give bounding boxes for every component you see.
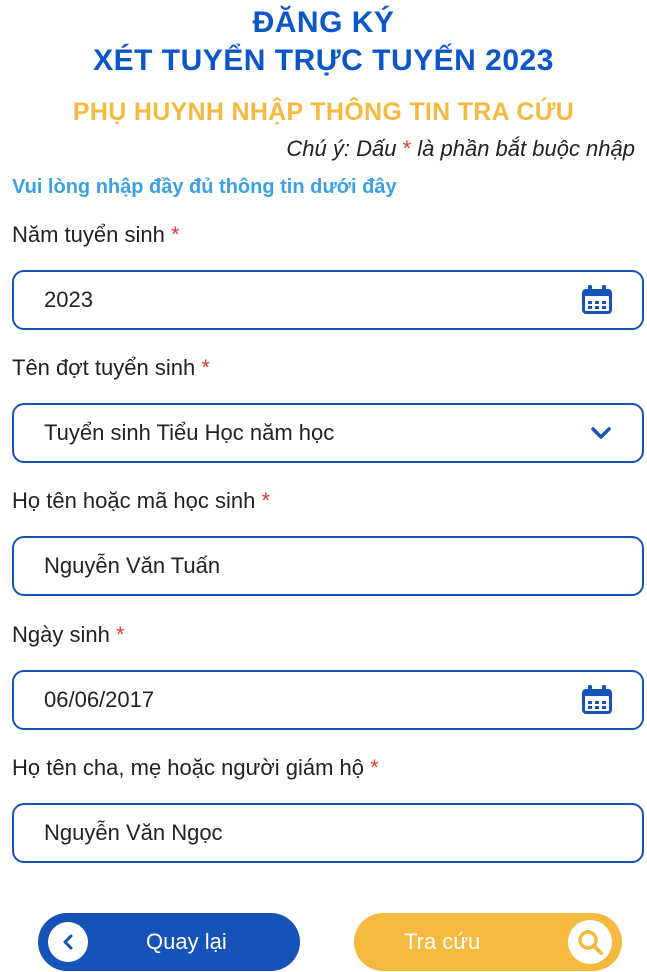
guardian-value: Nguyễn Văn Ngọc [44, 820, 223, 845]
required-note-suffix: là phần bắt buộc nhập [417, 136, 635, 161]
calendar-icon[interactable] [580, 284, 614, 316]
page-title-line1: ĐĂNG KÝ [252, 6, 395, 39]
guardian-input[interactable]: Nguyễn Văn Ngọc [12, 803, 644, 863]
calendar-icon[interactable] [580, 684, 614, 716]
form-hint: Vui lòng nhập đầy đủ thông tin dưới đây [12, 176, 397, 198]
required-mark: * [115, 622, 125, 647]
student-value: Nguyễn Văn Tuấn [44, 553, 221, 578]
required-note-prefix: Chú ý: Dấu [286, 136, 397, 161]
page-title-line2: XÉT TUYỂN TRỰC TUYẾN 2023 [93, 44, 554, 77]
student-label: Họ tên hoặc mã học sinh * [12, 488, 270, 514]
guardian-label-text: Họ tên cha, mẹ hoặc người giám hộ [12, 755, 365, 780]
back-icon-circle [48, 922, 88, 962]
year-value: 2023 [44, 287, 93, 312]
dob-label: Ngày sinh * [12, 622, 125, 648]
required-mark: * [261, 488, 271, 513]
year-field[interactable]: 2023 [12, 270, 644, 330]
dob-field[interactable]: 06/06/2017 [12, 670, 644, 730]
round-value: Tuyển sinh Tiểu Học năm học [44, 420, 335, 445]
required-mark: * [170, 222, 180, 247]
required-note: Chú ý: Dấu * là phần bắt buộc nhập [286, 136, 635, 162]
page-subtitle: PHỤ HUYNH NHẬP THÔNG TIN TRA CỨU [72, 98, 575, 126]
chevron-left-icon [63, 934, 73, 950]
required-mark: * [201, 355, 210, 380]
round-label-text: Tên đợt tuyển sinh [12, 355, 196, 380]
year-label-text: Năm tuyển sinh [12, 222, 165, 247]
search-button[interactable]: Tra cứu [354, 913, 622, 971]
search-icon [578, 930, 603, 955]
student-input[interactable]: Nguyễn Văn Tuấn [12, 536, 644, 596]
required-note-star: * [402, 136, 412, 161]
chevron-down-icon[interactable] [588, 423, 614, 443]
search-icon-circle [568, 920, 612, 964]
search-button-label: Tra cứu [404, 929, 481, 954]
round-label: Tên đợt tuyển sinh * [12, 355, 210, 381]
dob-label-text: Ngày sinh [12, 622, 110, 647]
year-label: Năm tuyển sinh * [12, 222, 180, 248]
round-select[interactable]: Tuyển sinh Tiểu Học năm học [12, 403, 644, 463]
back-button[interactable]: Quay lại [38, 913, 300, 971]
guardian-label: Họ tên cha, mẹ hoặc người giám hộ * [12, 755, 379, 781]
required-mark: * [370, 755, 379, 780]
student-label-text: Họ tên hoặc mã học sinh [12, 488, 256, 513]
dob-value: 06/06/2017 [44, 687, 155, 712]
back-button-label: Quay lại [146, 929, 227, 954]
